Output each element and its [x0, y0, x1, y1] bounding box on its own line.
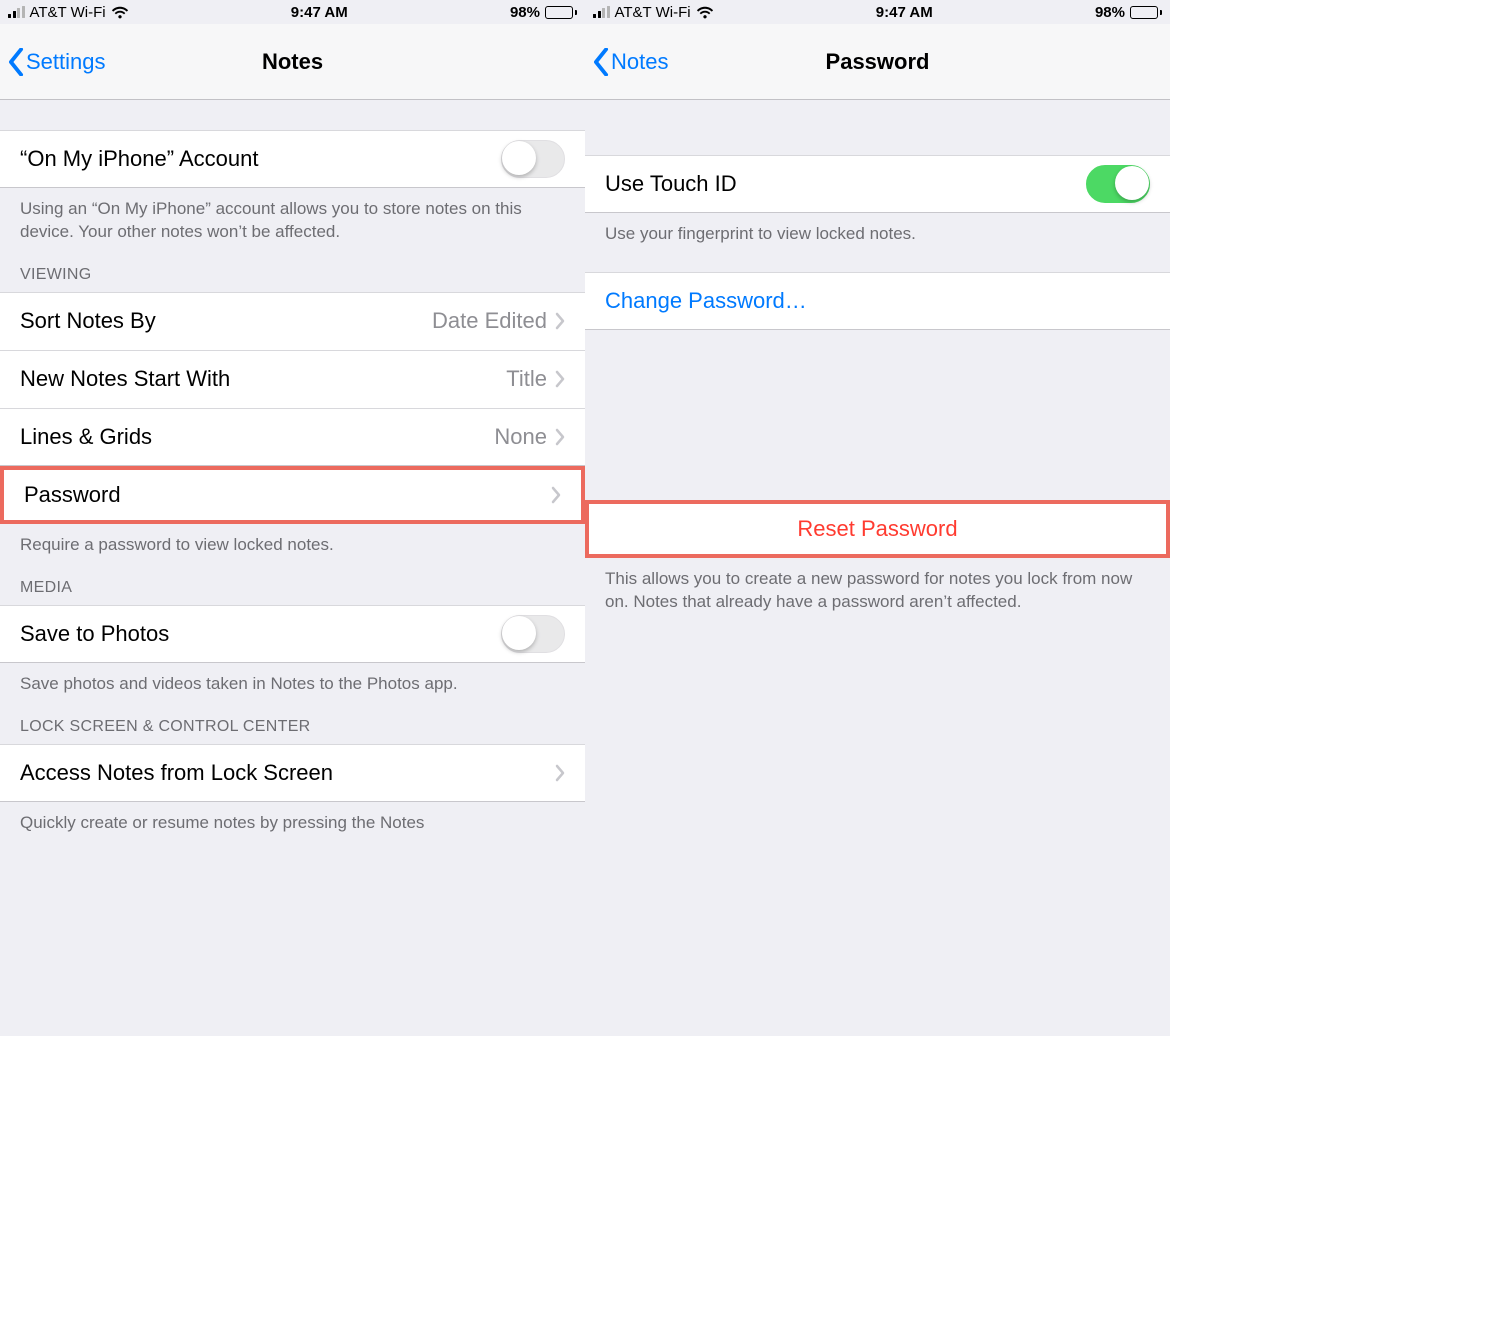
media-header: MEDIA [0, 569, 585, 605]
nav-bar: Settings Notes [0, 24, 585, 100]
reset-password-footer: This allows you to create a new password… [585, 558, 1170, 626]
screen-notes-settings: AT&T Wi-Fi 9:47 AM 98% Settings Notes “O… [0, 0, 585, 1036]
use-touch-id-label: Use Touch ID [605, 171, 737, 197]
password-label: Password [24, 482, 121, 508]
signal-icon [8, 6, 25, 18]
lines-grids-row[interactable]: Lines & Grids None [0, 408, 585, 466]
lines-grids-value: None [494, 424, 547, 450]
on-my-iphone-footer: Using an “On My iPhone” account allows y… [0, 188, 585, 256]
lockscreen-footer: Quickly create or resume notes by pressi… [0, 802, 585, 847]
use-touch-id-row[interactable]: Use Touch ID [585, 155, 1170, 213]
status-bar: AT&T Wi-Fi 9:47 AM 98% [585, 0, 1170, 24]
on-my-iphone-toggle[interactable] [501, 140, 565, 178]
page-title: Password [826, 49, 930, 75]
chevron-left-icon [593, 48, 609, 76]
signal-icon [593, 6, 610, 18]
reset-password-row[interactable]: Reset Password [585, 500, 1170, 558]
viewing-header: VIEWING [0, 256, 585, 292]
wifi-icon [111, 6, 129, 19]
access-lock-label: Access Notes from Lock Screen [20, 760, 333, 786]
reset-password-label: Reset Password [797, 516, 957, 542]
back-label: Settings [26, 49, 106, 75]
back-button[interactable]: Notes [593, 48, 668, 76]
nav-bar: Notes Password [585, 24, 1170, 100]
save-to-photos-label: Save to Photos [20, 621, 169, 647]
new-notes-start-label: New Notes Start With [20, 366, 230, 392]
on-my-iphone-label: “On My iPhone” Account [20, 146, 258, 172]
back-button[interactable]: Settings [8, 48, 106, 76]
chevron-right-icon [555, 428, 565, 446]
chevron-right-icon [555, 312, 565, 330]
save-to-photos-toggle[interactable] [501, 615, 565, 653]
chevron-right-icon [555, 370, 565, 388]
lockscreen-header: LOCK SCREEN & CONTROL CENTER [0, 708, 585, 744]
carrier-label: AT&T Wi-Fi [615, 4, 691, 21]
change-password-row[interactable]: Change Password… [585, 272, 1170, 330]
chevron-right-icon [555, 764, 565, 782]
status-time: 9:47 AM [876, 4, 933, 21]
password-row[interactable]: Password [0, 466, 585, 524]
battery-percent: 98% [510, 4, 540, 21]
chevron-left-icon [8, 48, 24, 76]
back-label: Notes [611, 49, 668, 75]
new-notes-start-row[interactable]: New Notes Start With Title [0, 350, 585, 408]
lines-grids-label: Lines & Grids [20, 424, 152, 450]
status-bar: AT&T Wi-Fi 9:47 AM 98% [0, 0, 585, 24]
battery-percent: 98% [1095, 4, 1125, 21]
use-touch-id-toggle[interactable] [1086, 165, 1150, 203]
change-password-label: Change Password… [605, 288, 807, 314]
page-title: Notes [262, 49, 323, 75]
status-time: 9:47 AM [291, 4, 348, 21]
media-footer: Save photos and videos taken in Notes to… [0, 663, 585, 708]
save-to-photos-row[interactable]: Save to Photos [0, 605, 585, 663]
sort-notes-row[interactable]: Sort Notes By Date Edited [0, 292, 585, 350]
sort-notes-label: Sort Notes By [20, 308, 156, 334]
touch-id-footer: Use your fingerprint to view locked note… [585, 213, 1170, 258]
access-lock-row[interactable]: Access Notes from Lock Screen [0, 744, 585, 802]
battery-icon [1130, 6, 1162, 19]
sort-notes-value: Date Edited [432, 308, 547, 334]
battery-icon [545, 6, 577, 19]
new-notes-start-value: Title [506, 366, 547, 392]
chevron-right-icon [551, 486, 561, 504]
on-my-iphone-row[interactable]: “On My iPhone” Account [0, 130, 585, 188]
screen-password-settings: AT&T Wi-Fi 9:47 AM 98% Notes Password Us… [585, 0, 1170, 1036]
carrier-label: AT&T Wi-Fi [30, 4, 106, 21]
wifi-icon [696, 6, 714, 19]
password-footer: Require a password to view locked notes. [0, 524, 585, 569]
